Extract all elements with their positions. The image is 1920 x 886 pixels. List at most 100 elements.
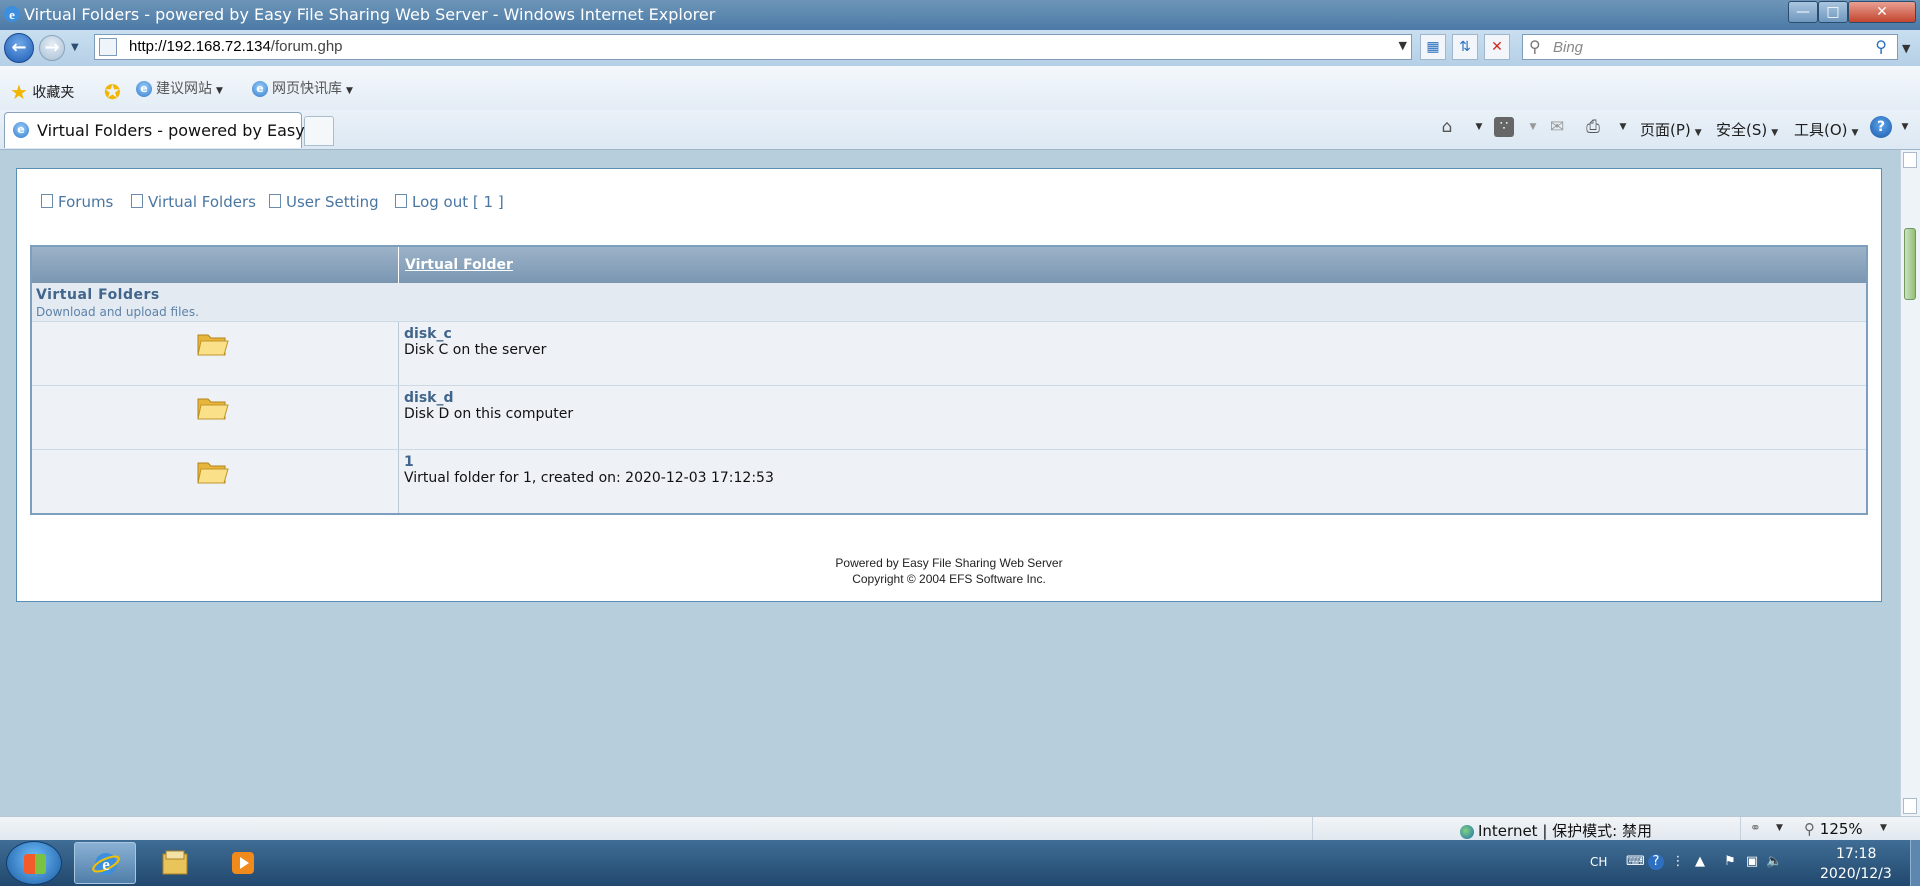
show-desktop-button[interactable] xyxy=(1910,840,1920,886)
table-row: 1 Virtual folder for 1, created on: 2020… xyxy=(32,449,1866,513)
zoom-value: 125% xyxy=(1819,820,1863,838)
search-icon[interactable]: ⚲ xyxy=(1875,37,1887,56)
virtual-folders-icon xyxy=(131,194,143,208)
nav-link-label: Log out [ 1 ] xyxy=(412,193,504,211)
security-zone-label: Internet | 保护模式: 禁用 xyxy=(1478,822,1652,840)
taskbar-file-explorer[interactable] xyxy=(144,842,206,884)
help-tray-icon[interactable]: ? xyxy=(1648,854,1664,870)
ie-site-icon: e xyxy=(252,81,268,97)
vertical-scrollbar[interactable] xyxy=(1900,150,1920,816)
navigation-bar: ← → ▼ http://192.168.72.134/forum.ghp ▼ … xyxy=(0,30,1920,66)
table-header: Virtual Folder xyxy=(32,247,1866,283)
chevron-down-icon[interactable]: ▼ xyxy=(1776,823,1783,833)
address-url[interactable]: http://192.168.72.134/forum.ghp xyxy=(129,38,343,55)
search-input[interactable]: Bing xyxy=(1553,39,1583,56)
clock-date[interactable]: 2020/12/3 xyxy=(1820,866,1892,882)
safety-menu-label: 安全(S) xyxy=(1716,121,1768,139)
page-icon xyxy=(99,38,117,56)
clock-time[interactable]: 17:18 xyxy=(1836,846,1876,862)
recent-pages-dropdown-icon[interactable]: ▼ xyxy=(71,42,79,53)
table-row: disk_d Disk D on this computer xyxy=(32,385,1866,449)
forums-icon xyxy=(41,194,53,208)
protected-mode-icon[interactable]: ⚭ xyxy=(1750,821,1761,836)
feeds-dropdown-icon[interactable]: ▼ xyxy=(1522,116,1544,138)
tab-label: Virtual Folders - powered by Easy ... xyxy=(37,121,326,140)
address-dropdown-icon[interactable]: ▼ xyxy=(1399,39,1407,52)
security-zone[interactable]: Internet | 保护模式: 禁用 xyxy=(1460,820,1652,841)
network-icon[interactable]: ▣ xyxy=(1744,854,1760,870)
input-language[interactable]: CH xyxy=(1590,855,1607,869)
back-button[interactable]: ← xyxy=(4,33,34,63)
folder-icon xyxy=(162,850,188,875)
tools-menu[interactable]: 工具(O) ▼ xyxy=(1794,119,1858,140)
forward-button[interactable]: → xyxy=(39,35,65,61)
table-row: disk_c Disk C on the server xyxy=(32,321,1866,385)
folder-icon xyxy=(197,398,229,420)
start-button[interactable] xyxy=(6,841,62,885)
nav-link-virtual-folders[interactable]: Virtual Folders xyxy=(131,193,256,211)
favorites-label: 收藏夹 xyxy=(32,85,75,101)
address-bar[interactable]: http://192.168.72.134/forum.ghp ▼ xyxy=(94,34,1412,60)
keyboard-icon[interactable]: ⌨ xyxy=(1626,854,1645,870)
taskbar-internet-explorer[interactable]: e xyxy=(74,842,136,884)
chevron-down-icon: ▼ xyxy=(1771,128,1779,138)
show-hidden-icons[interactable]: ▲ xyxy=(1692,854,1708,870)
print-icon[interactable]: ⎙ xyxy=(1582,116,1604,138)
scroll-up-button[interactable] xyxy=(1903,152,1917,168)
refresh-button[interactable]: ⇅ xyxy=(1452,34,1478,60)
column-header-virtual-folder[interactable]: Virtual Folder xyxy=(405,257,513,273)
window-title-bar[interactable]: e Virtual Folders - powered by Easy File… xyxy=(0,0,1920,30)
windows-logo-icon xyxy=(24,854,46,874)
scroll-down-button[interactable] xyxy=(1903,798,1917,814)
search-options-dropdown-icon[interactable]: ▼ xyxy=(1902,42,1910,55)
svg-text:e: e xyxy=(9,7,15,22)
folder-link[interactable]: 1 xyxy=(404,454,414,470)
favorites-item-web-slice-gallery[interactable]: e 网页快讯库 ▼ xyxy=(252,78,353,98)
rss-feeds-icon[interactable]: ∵ xyxy=(1494,117,1514,137)
nav-link-forums[interactable]: Forums xyxy=(41,193,113,211)
volume-icon[interactable]: 🔈 xyxy=(1766,854,1782,870)
add-favorites-button[interactable]: ✪ xyxy=(104,78,121,104)
read-mail-icon[interactable]: ✉ xyxy=(1546,116,1568,138)
print-dropdown-icon[interactable]: ▼ xyxy=(1612,116,1634,138)
folder-link[interactable]: disk_d xyxy=(404,390,454,406)
safety-menu[interactable]: 安全(S) ▼ xyxy=(1716,119,1778,140)
page-menu-label: 页面(P) xyxy=(1640,121,1691,139)
chevron-down-icon: ▼ xyxy=(1694,128,1702,138)
favorites-item-label: 建议网站 xyxy=(156,81,212,97)
home-dropdown-icon[interactable]: ▼ xyxy=(1468,116,1490,138)
forward-arrow-icon: → xyxy=(44,37,60,58)
scroll-thumb[interactable] xyxy=(1904,228,1916,300)
header-divider xyxy=(398,247,399,283)
ime-options-icon[interactable]: ⋮ xyxy=(1670,854,1686,870)
new-tab-button[interactable] xyxy=(304,116,334,146)
help-dropdown-icon[interactable]: ▼ xyxy=(1894,116,1916,138)
page-menu[interactable]: 页面(P) ▼ xyxy=(1640,119,1702,140)
nav-link-log-out[interactable]: Log out [ 1 ] xyxy=(395,193,504,211)
folder-link[interactable]: disk_c xyxy=(404,326,452,342)
zoom-dropdown-icon[interactable]: ▼ xyxy=(1880,823,1887,833)
tab-virtual-folders[interactable]: e Virtual Folders - powered by Easy ... xyxy=(4,112,325,148)
minimize-button[interactable]: — xyxy=(1788,1,1818,23)
footer-copyright: Copyright © 2004 EFS Software Inc. xyxy=(852,572,1046,586)
favorites-item-label: 网页快讯库 xyxy=(272,81,342,97)
taskbar-media-player[interactable] xyxy=(212,842,274,884)
virtual-folder-table: Virtual Folder Virtual Folders Download … xyxy=(30,245,1868,515)
category-title: Virtual Folders xyxy=(36,287,160,303)
search-box[interactable]: ⚲ Bing ⚲ xyxy=(1522,34,1898,60)
svg-text:e: e xyxy=(102,855,110,874)
stop-button[interactable]: ✕ xyxy=(1484,34,1510,60)
close-button[interactable]: ✕ xyxy=(1848,1,1916,23)
nav-link-label: User Setting xyxy=(286,193,379,211)
nav-link-user-setting[interactable]: User Setting xyxy=(269,193,379,211)
zoom-level[interactable]: ⚲ 125% xyxy=(1804,820,1863,838)
action-center-flag-icon[interactable]: ⚑ xyxy=(1722,854,1738,870)
favorites-button[interactable]: ★ 收藏夹 xyxy=(10,78,75,104)
compatibility-view-button[interactable]: ▦ xyxy=(1420,34,1446,60)
favorites-item-suggested-sites[interactable]: e 建议网站 ▼ xyxy=(136,78,223,98)
home-icon[interactable]: ⌂ xyxy=(1436,116,1458,138)
maximize-button[interactable]: □ xyxy=(1818,1,1848,23)
help-icon[interactable]: ? xyxy=(1870,116,1892,138)
folder-description: Disk D on this computer xyxy=(404,406,574,422)
system-tray: CH ⌨ ? ⋮ ▲ ⚑ ▣ 🔈 17:18 2020/12/3 xyxy=(1586,840,1920,886)
